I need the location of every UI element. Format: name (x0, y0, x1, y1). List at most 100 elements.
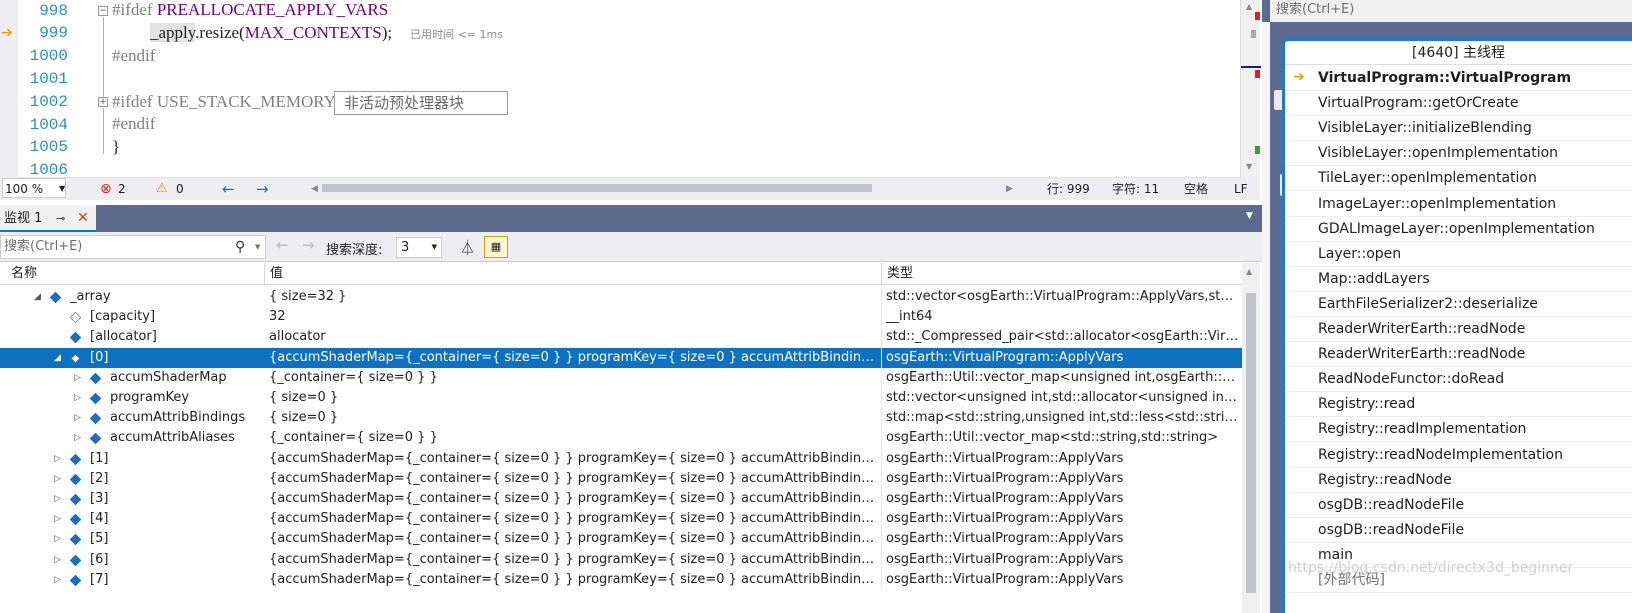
watch-row[interactable]: ▷ programKey { size=0 } std::vector<unsigne… (0, 388, 1242, 408)
pin-icon[interactable]: ⊸ (56, 205, 65, 232)
watch-row[interactable]: [capacity] 32 __int64 (0, 307, 1242, 328)
watch-row[interactable]: ▷ [3] {accumShaderMap={_container={ size=0… (0, 489, 1242, 509)
scroll-left-icon[interactable]: ◀ (311, 179, 318, 199)
watch-value-cell[interactable]: {accumShaderMap={_container={ size=0 } }… (265, 347, 882, 368)
call-stack-frame[interactable]: GDALImageLayer::openImplementation (1285, 217, 1632, 242)
call-stack-frame[interactable]: VirtualProgram::getOrCreate (1285, 91, 1632, 117)
watch-value-cell[interactable]: {accumShaderMap={_container={ size=0 } }… (265, 468, 882, 489)
column-header-name[interactable]: 名称 (0, 263, 265, 285)
call-stack-frame[interactable]: Registry::readNodeImplementation (1285, 443, 1632, 468)
error-count: 2 (118, 182, 126, 196)
filter-icon[interactable]: ⏃ (460, 237, 475, 258)
search-prev-icon[interactable]: ← (276, 236, 289, 254)
watch-value-cell[interactable]: 32 (265, 307, 882, 328)
watch-row[interactable]: ▷ accumAttribBindings { size=0 } std::map<s… (0, 408, 1242, 429)
scroll-up-icon[interactable]: ▲ (1246, 267, 1252, 276)
watch-value-cell[interactable]: {accumShaderMap={_container={ size=0 } }… (265, 549, 882, 570)
zoom-select[interactable]: 100 % ▼ (2, 178, 66, 198)
whitespace-indicator[interactable]: 空格 (1184, 179, 1208, 199)
watch-row[interactable]: ▷ [5] {accumShaderMap={_container={ size=0… (0, 529, 1242, 550)
forward-arrow-icon[interactable]: → (256, 179, 269, 199)
error-icon[interactable]: ⊗ (100, 179, 112, 199)
call-stack-frame[interactable]: Registry::readImplementation (1285, 417, 1632, 443)
collapse-arrow-icon[interactable]: ◢ (34, 287, 44, 307)
expand-arrow-icon[interactable]: ▷ (54, 489, 64, 509)
watch-value-cell[interactable]: {_container={ size=0 } } (265, 367, 882, 388)
scroll-up-icon[interactable]: ▲ (1246, 2, 1252, 11)
code-editor[interactable]: ➔ 998 999 1000 1001 1002 1004 1005 1006 … (0, 0, 1261, 179)
editor-vertical-scrollbar[interactable]: ▲ ▼ (1240, 0, 1261, 178)
expand-arrow-icon[interactable]: ▷ (54, 449, 64, 469)
expand-arrow-icon[interactable]: ▷ (74, 368, 84, 388)
watch-name-cell: accumAttribAliases (110, 430, 235, 446)
call-stack-frame[interactable]: osgDB::readNodeFile (1285, 518, 1632, 543)
warning-icon[interactable]: ⚠ (156, 179, 168, 199)
search-next-icon[interactable]: → (302, 236, 315, 254)
watch-row[interactable]: [allocator] allocator std::_Compressed_pai… (0, 327, 1242, 348)
scroll-right-icon[interactable]: ▶ (1006, 179, 1013, 199)
call-stack-frame[interactable]: ImageLayer::openImplementation (1285, 192, 1632, 217)
watch-search-input[interactable]: 搜索(Ctrl+E) ⚲ ▼ (0, 235, 266, 259)
expand-arrow-icon[interactable]: ▷ (74, 388, 84, 408)
column-header-value[interactable]: 值 (265, 263, 882, 285)
watch-row[interactable]: ◢ [0] {accumShaderMap={_container={ size=0… (0, 347, 1242, 368)
call-stack-frame[interactable]: osgDB::readNodeFile (1285, 493, 1632, 518)
close-icon[interactable]: ✕ (77, 205, 89, 232)
watch-value-cell[interactable]: {accumShaderMap={_container={ size=0 } }… (265, 448, 882, 469)
watch-row[interactable]: ▷ [6] {accumShaderMap={_container={ size=0… (0, 549, 1242, 570)
expand-arrow-icon[interactable]: ▷ (74, 428, 84, 448)
watch-value-cell[interactable]: {_container={ size=0 } } (265, 428, 882, 449)
callstack-search-input[interactable]: 搜索(Ctrl+E) (1270, 0, 1632, 22)
search-depth-label: 搜索深度: (326, 243, 383, 258)
expand-arrow-icon[interactable]: ▷ (74, 408, 84, 428)
collapse-arrow-icon[interactable]: ◢ (54, 348, 64, 368)
watch-value-cell[interactable]: { size=0 } (265, 388, 882, 408)
expand-arrow-icon[interactable]: ▷ (54, 550, 64, 570)
watch-row[interactable]: ▷ [7] {accumShaderMap={_container={ size=0… (0, 569, 1242, 590)
call-stack-frame[interactable]: VisibleLayer::openImplementation (1285, 141, 1632, 167)
expand-arrow-icon[interactable]: ▷ (54, 469, 64, 489)
watch-value-cell[interactable]: { size=32 } (265, 287, 882, 307)
call-stack-frame[interactable]: EarthFileSerializer2::deserialize (1285, 292, 1632, 317)
call-stack-frame[interactable]: Layer::open (1285, 242, 1632, 267)
expand-arrow-icon[interactable]: ▷ (54, 529, 64, 549)
watch-row[interactable]: ▷ accumShaderMap {_container={ size=0 } } o… (0, 367, 1242, 388)
scroll-thumb[interactable] (1246, 293, 1256, 593)
watch-row[interactable]: ▷ [4] {accumShaderMap={_container={ size=0… (0, 509, 1242, 530)
expand-arrow-icon[interactable]: ▷ (54, 509, 64, 529)
watch-value-cell[interactable]: { size=0 } (265, 408, 882, 429)
watch-row[interactable]: ▷ [2] {accumShaderMap={_container={ size=0… (0, 468, 1242, 489)
call-stack-frame[interactable]: Map::addLayers (1285, 267, 1632, 292)
call-stack-frame[interactable]: ReaderWriterEarth::readNode (1285, 317, 1632, 342)
column-header-type[interactable]: 类型 (882, 263, 1242, 285)
watch-value-cell[interactable]: {accumShaderMap={_container={ size=0 } }… (265, 569, 882, 590)
panel-menu-icon[interactable]: ▼ (1246, 211, 1253, 221)
watch-value-cell[interactable]: {accumShaderMap={_container={ size=0 } }… (265, 489, 882, 509)
hex-display-toggle[interactable]: ▦ (484, 236, 508, 258)
watch-row[interactable]: ◢ _array { size=32 } std::vector<osgEarth::… (0, 287, 1242, 307)
scroll-down-icon[interactable]: ▼ (1246, 162, 1252, 171)
watch-value-cell[interactable]: allocator (265, 327, 882, 348)
call-stack-frame[interactable]: ReadNodeFunctor::doRead (1285, 367, 1632, 393)
tab-watch-1[interactable]: 监视 1 ⊸ ✕ (0, 205, 96, 232)
watch-row[interactable]: ▷ accumAttribAliases {_container={ size=0 … (0, 428, 1242, 449)
call-stack-frame[interactable]: VirtualProgram::VirtualProgram (1285, 66, 1632, 91)
line-ending-indicator[interactable]: LF (1234, 179, 1248, 199)
search-icon[interactable]: ⚲ (235, 236, 245, 258)
call-stack-frame[interactable]: ReaderWriterEarth::readNode (1285, 342, 1632, 368)
horizontal-scroll-thumb[interactable] (322, 184, 872, 192)
watch-value-cell[interactable]: {accumShaderMap={_container={ size=0 } }… (265, 509, 882, 530)
call-stack-frame[interactable]: VisibleLayer::initializeBlending (1285, 116, 1632, 142)
watch-vertical-scrollbar[interactable]: ▲ (1242, 263, 1260, 613)
call-stack-frame[interactable]: TileLayer::openImplementation (1285, 166, 1632, 192)
watch-value-cell[interactable]: {accumShaderMap={_container={ size=0 } }… (265, 529, 882, 550)
search-depth-select[interactable]: 3 ▼ (396, 237, 442, 258)
expand-toggle-icon[interactable]: + (98, 97, 108, 107)
call-stack-frame[interactable]: Registry::read (1285, 392, 1632, 418)
collapse-toggle-icon[interactable]: − (98, 6, 108, 16)
back-arrow-icon[interactable]: ← (222, 179, 235, 199)
expand-arrow-icon[interactable]: ▷ (54, 570, 64, 590)
watch-row[interactable]: ▷ [1] {accumShaderMap={_container={ size=0… (0, 448, 1242, 469)
call-stack-frame[interactable]: Registry::readNode (1285, 468, 1632, 493)
search-options-icon[interactable]: ▼ (255, 236, 260, 258)
